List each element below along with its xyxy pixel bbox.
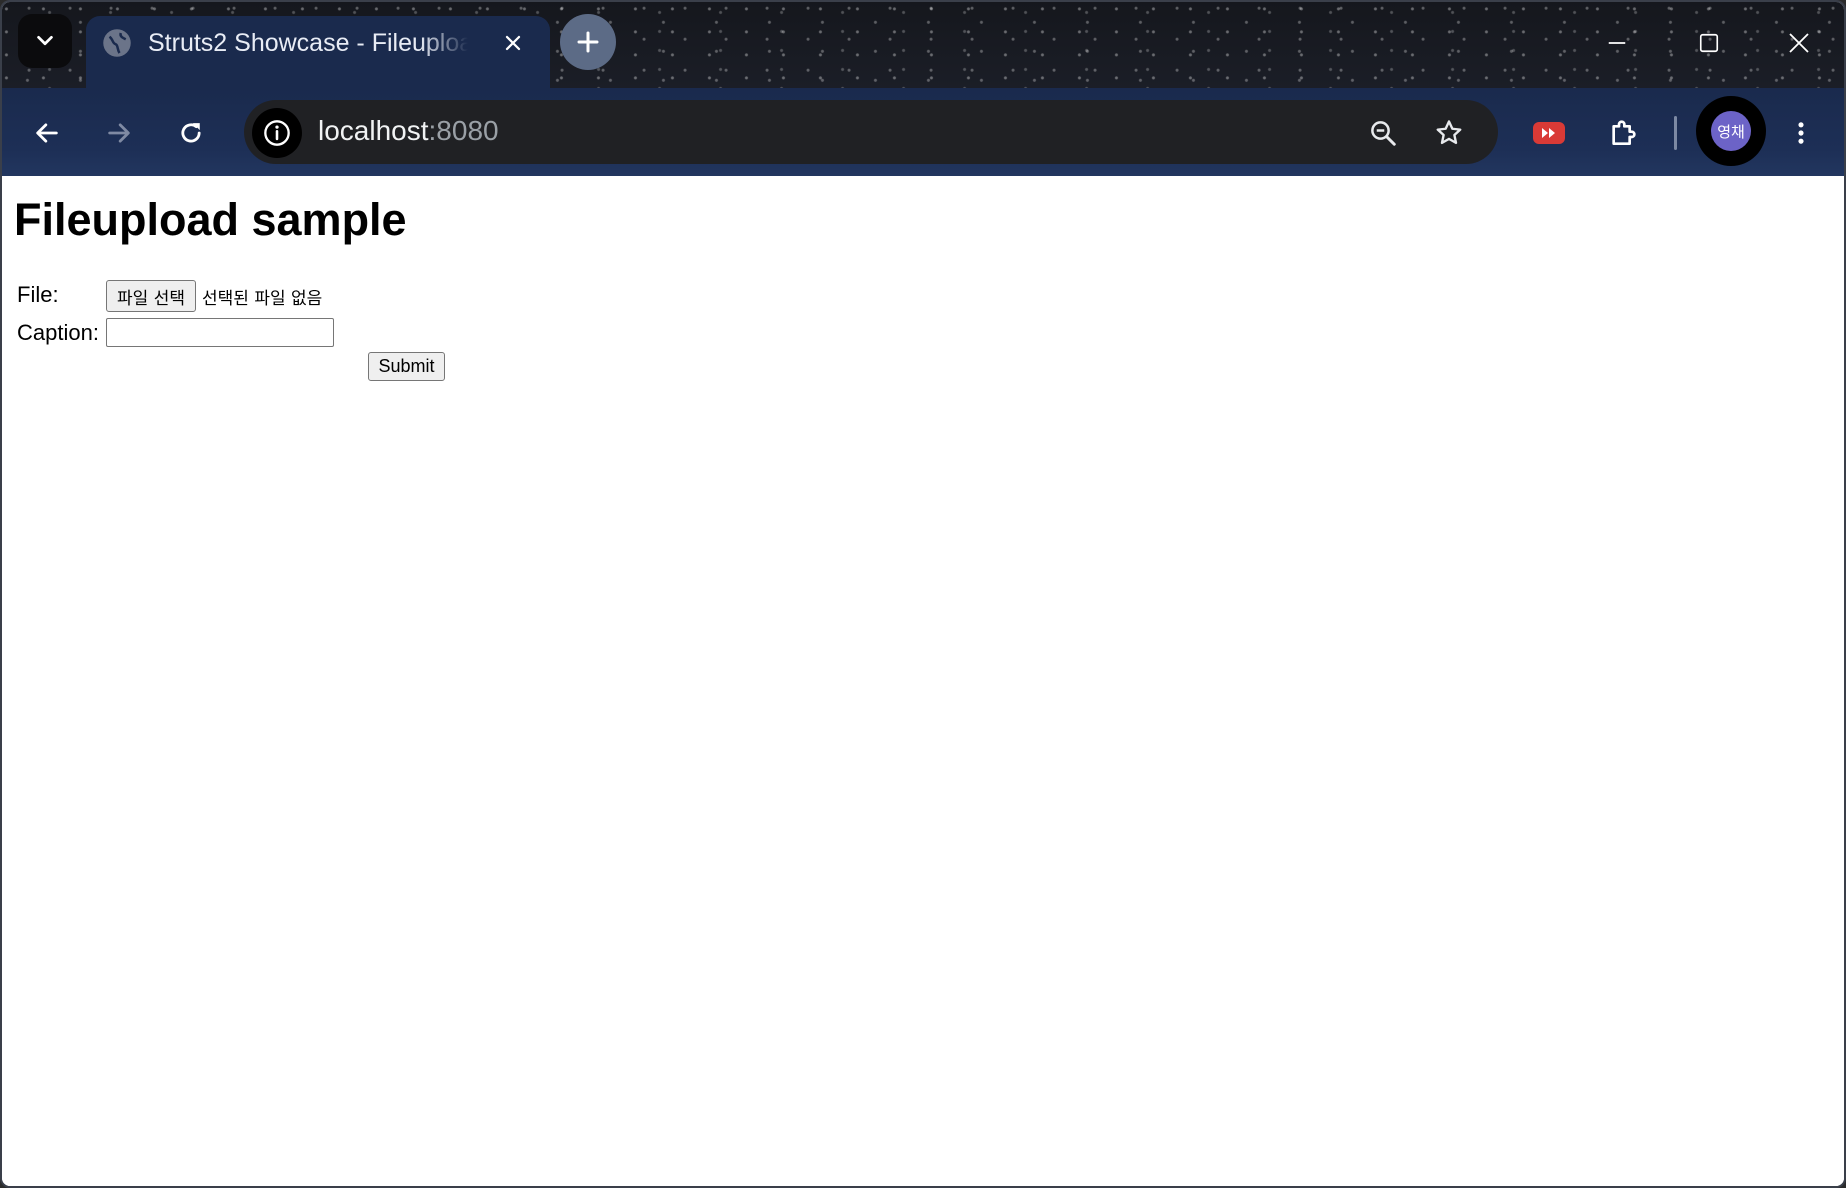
- video-extension-button[interactable]: [1522, 106, 1576, 160]
- back-button[interactable]: [20, 106, 74, 160]
- avatar: 영채: [1711, 111, 1751, 151]
- tab-search-button[interactable]: [18, 14, 72, 68]
- tab-title: Struts2 Showcase - Fileupload: [148, 29, 468, 57]
- zoom-out-icon: [1371, 121, 1396, 146]
- video-extension-icon: [1533, 122, 1565, 144]
- url-host: localhost: [318, 115, 429, 146]
- submit-button[interactable]: Submit: [368, 352, 445, 381]
- extensions-button[interactable]: [1596, 106, 1650, 160]
- bookmark-button[interactable]: [1424, 108, 1474, 158]
- caption-input[interactable]: [106, 318, 334, 347]
- choose-file-button[interactable]: 파일 선택: [106, 280, 196, 312]
- maximize-icon: [1699, 33, 1719, 53]
- page-content: Fileupload sample File: 파일 선택 선택된 파일 없음 …: [2, 176, 1844, 1186]
- active-tab[interactable]: Struts2 Showcase - Fileupload: [86, 16, 550, 88]
- profile-button[interactable]: 영채: [1696, 96, 1766, 166]
- chevron-down-icon: [37, 35, 53, 46]
- caption-label: Caption:: [17, 320, 99, 345]
- zoom-button[interactable]: [1358, 108, 1408, 158]
- tab-close-button[interactable]: [496, 26, 530, 60]
- new-tab-button[interactable]: [560, 14, 616, 70]
- minimize-icon: [1608, 42, 1626, 44]
- site-info-button[interactable]: [252, 108, 302, 158]
- file-label: File:: [17, 282, 59, 307]
- minimize-button[interactable]: [1572, 2, 1662, 84]
- maximize-button[interactable]: [1664, 2, 1754, 84]
- arrow-right-icon: [108, 123, 130, 143]
- toolbar-divider: [1674, 116, 1677, 150]
- close-icon: [505, 35, 521, 51]
- reload-button[interactable]: [164, 106, 218, 160]
- info-icon: [264, 120, 290, 146]
- browser-toolbar: localhost:8080 영채: [2, 88, 1844, 176]
- close-icon: [1789, 33, 1809, 53]
- browser-menu-button[interactable]: [1774, 106, 1828, 160]
- page-title: Fileupload sample: [14, 194, 407, 245]
- url-port: :8080: [428, 115, 499, 146]
- globe-icon: [103, 29, 131, 57]
- star-icon: [1436, 120, 1462, 145]
- reload-icon: [181, 123, 201, 143]
- forward-button[interactable]: [92, 106, 146, 160]
- address-bar[interactable]: localhost:8080: [244, 100, 1498, 164]
- plus-icon: [577, 31, 599, 53]
- url-text[interactable]: localhost:8080: [318, 115, 499, 147]
- more-vert-icon: [1798, 122, 1804, 144]
- arrow-left-icon: [36, 123, 58, 143]
- browser-window: Struts2 Showcase - Fileupload localhost:…: [0, 0, 1846, 1188]
- file-status-text: 선택된 파일 없음: [202, 289, 323, 309]
- window-close-button[interactable]: [1754, 2, 1844, 84]
- puzzle-icon: [1612, 120, 1636, 145]
- tab-strip: Struts2 Showcase - Fileupload: [2, 2, 1844, 88]
